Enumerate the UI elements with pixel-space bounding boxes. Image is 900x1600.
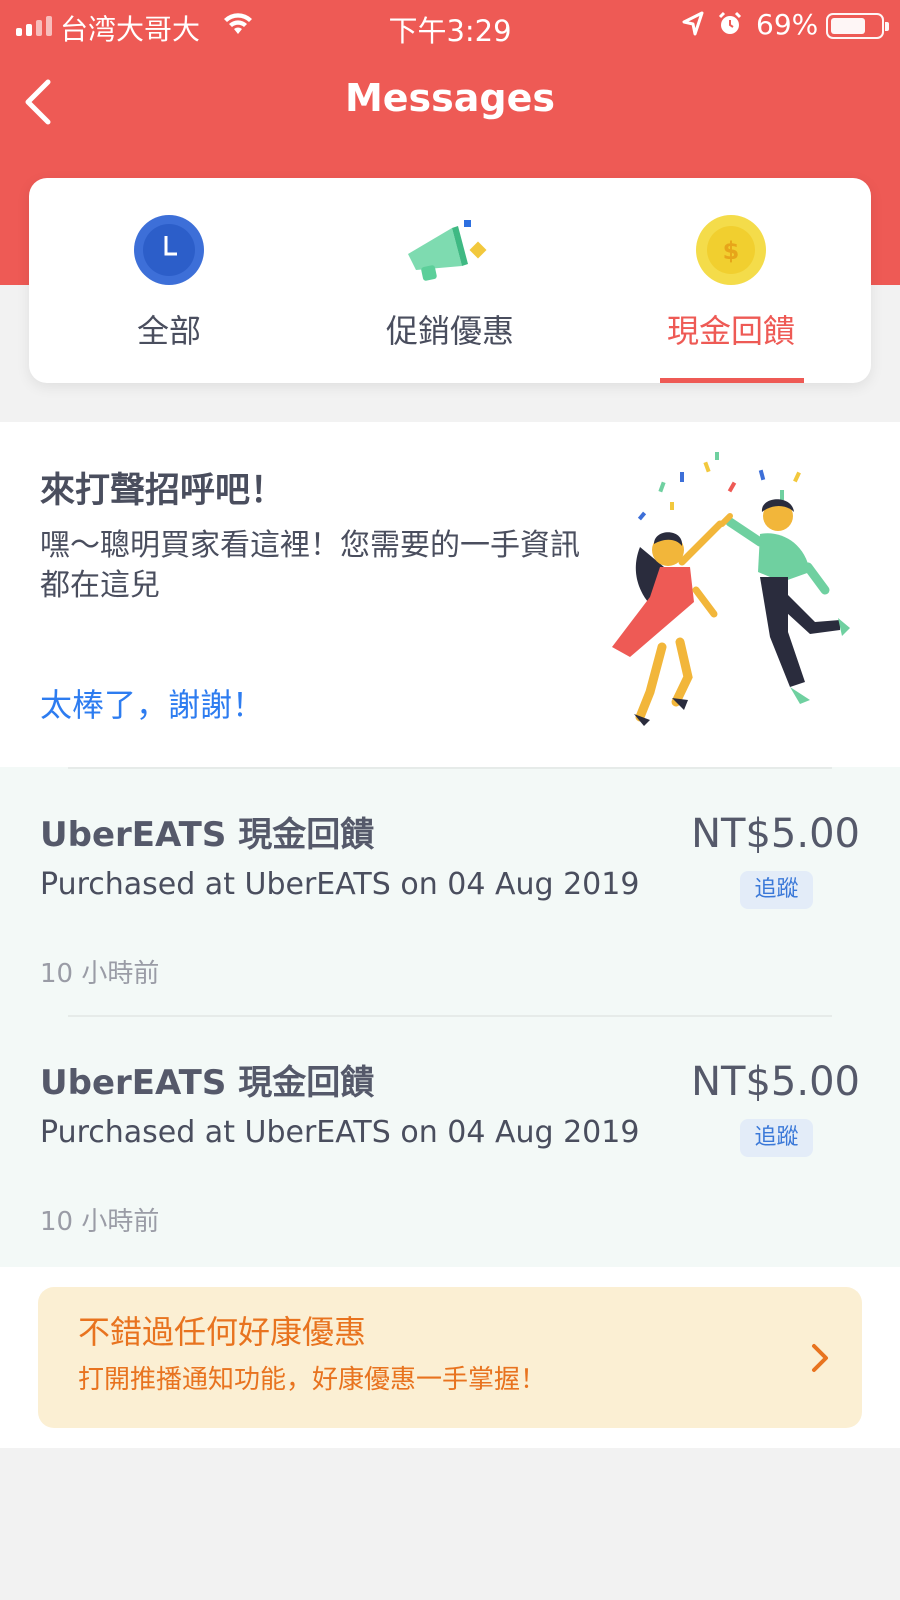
page-title: Messages	[344, 76, 556, 120]
banner-title: 不錯過任何好康優惠	[78, 1313, 367, 1351]
welcome-card: 來打聲招呼吧！ 嘿～聰明買家看這裡！您需要的一手資訊都在這兒 太棒了，謝謝！	[0, 422, 900, 767]
message-timestamp: 10 小時前	[40, 1207, 160, 1237]
message-list: UberEATS 現金回饋 Purchased at UberEATS on 0…	[0, 767, 900, 1267]
battery-percent: 69%	[756, 8, 819, 41]
dismiss-welcome-link[interactable]: 太棒了，謝謝！	[40, 680, 264, 726]
svg-text:$: $	[723, 237, 740, 265]
cashback-amount: NT$5.00	[691, 811, 860, 857]
tab-cashback[interactable]: $ 現金回饋	[591, 178, 871, 383]
banner-subtitle: 打開推播通知功能，好康優惠一手掌握！	[78, 1365, 547, 1395]
active-tab-indicator	[660, 378, 804, 383]
tab-label: 促銷優惠	[385, 312, 514, 350]
welcome-message: 嘿～聰明買家看這裡！您需要的一手資訊都在這兒	[40, 528, 580, 603]
message-item[interactable]: UberEATS 現金回饋 Purchased at UberEATS on 0…	[0, 767, 900, 1015]
tab-promotions[interactable]: 促銷優惠	[310, 178, 590, 383]
clock-icon	[134, 215, 204, 285]
enable-notifications-banner[interactable]: 不錯過任何好康優惠 打開推播通知功能，好康優惠一手掌握！	[38, 1287, 862, 1428]
tab-all[interactable]: 全部	[29, 178, 309, 383]
dollar-coin-icon: $	[696, 215, 766, 285]
welcome-title: 來打聲招呼吧！	[40, 471, 286, 511]
chevron-right-icon	[812, 1344, 828, 1372]
tab-label: 現金回饋	[666, 312, 795, 350]
alarm-icon	[718, 11, 742, 34]
track-button[interactable]: 追蹤	[740, 1119, 813, 1157]
track-button[interactable]: 追蹤	[740, 871, 813, 909]
message-description: Purchased at UberEATS on 04 Aug 2019	[40, 867, 640, 902]
message-title: UberEATS 現金回饋	[40, 815, 375, 855]
tab-label: 全部	[136, 312, 201, 350]
message-title: UberEATS 現金回饋	[40, 1063, 375, 1103]
location-arrow-icon	[682, 11, 704, 36]
notification-banner-section: 不錯過任何好康優惠 打開推播通知功能，好康優惠一手掌握！	[0, 1267, 900, 1448]
message-description: Purchased at UberEATS on 04 Aug 2019	[40, 1115, 640, 1150]
megaphone-icon	[408, 220, 487, 281]
category-tab-bar: 全部 促銷優惠 $ 現金回饋	[29, 178, 871, 383]
message-item[interactable]: UberEATS 現金回饋 Purchased at UberEATS on 0…	[0, 1015, 900, 1263]
high-five-illustration	[612, 452, 850, 726]
battery-icon	[826, 13, 889, 39]
cashback-amount: NT$5.00	[691, 1059, 860, 1105]
status-bar: 台湾大哥大 下午3:29 69%	[0, 0, 900, 50]
message-timestamp: 10 小時前	[40, 959, 160, 989]
